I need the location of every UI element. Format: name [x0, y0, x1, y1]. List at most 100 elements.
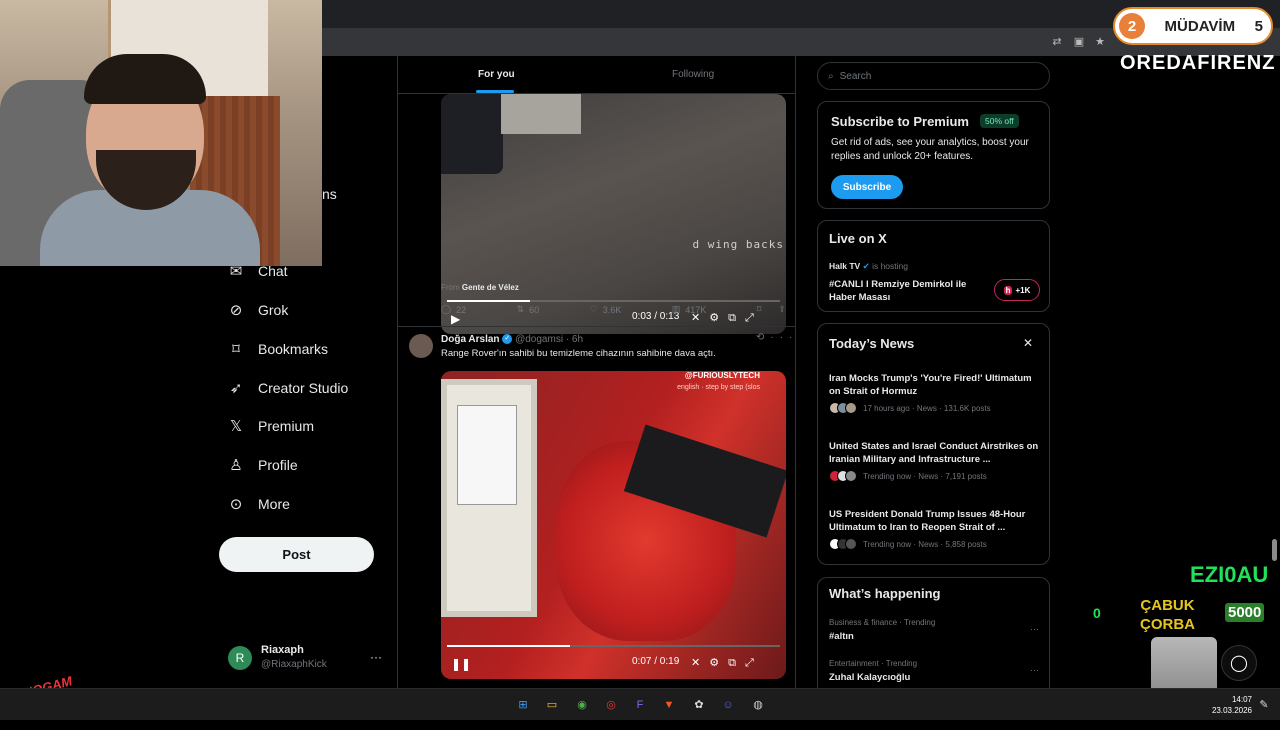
pause-icon[interactable]: ❚❚	[451, 657, 471, 671]
sidebar-item-creator-studio[interactable]: ➶ Creator Studio	[228, 373, 349, 403]
live-host-suffix: is hosting	[872, 261, 908, 271]
reply-count: 22	[456, 304, 467, 315]
mute-icon[interactable]: ✕	[691, 657, 709, 669]
tweet-author-handle[interactable]: @dogamsi	[515, 334, 563, 345]
sidebar-item-chat[interactable]: ✉ Chat	[228, 256, 288, 286]
account-menu-icon[interactable]: ···	[370, 650, 382, 664]
repost-count: 60	[529, 304, 540, 315]
grok-icon[interactable]: ⟲	[756, 332, 770, 343]
live-host: Halk TV ✔ is hosting	[829, 261, 908, 272]
tab-following[interactable]: Following	[672, 69, 714, 80]
x-logo-icon: 𝕏	[229, 418, 243, 435]
video-watermark-sub: english · step by step (slos	[677, 384, 760, 391]
live-on-x-card[interactable]: Live on X Halk TV ✔ is hosting #CANLI I …	[817, 220, 1050, 312]
brave-icon[interactable]: ▼	[661, 697, 677, 713]
like-count: 3.6K	[602, 304, 622, 315]
search-input[interactable]: ⌕ Search	[817, 62, 1050, 90]
video-progress-bar[interactable]	[447, 645, 780, 647]
avatar-stack	[829, 538, 857, 550]
chrome-icon[interactable]: ◉	[574, 697, 590, 713]
sidebar-item-premium[interactable]: 𝕏 Premium	[228, 411, 314, 441]
discord-icon[interactable]: ☺	[720, 697, 736, 713]
video-caption-overlay: d wing backs	[692, 238, 784, 251]
news-item[interactable]: Iran Mocks Trump's 'You're Fired!' Ultim…	[829, 372, 1044, 414]
more-icon[interactable]: ···	[1030, 624, 1039, 634]
windows-taskbar: ⊞ ▭ ◉ ◎ F ▼ ✿ ☺ ◍ 14:07 23.03.2026 ✎	[0, 688, 1280, 720]
bookmark-icon: ⌑	[756, 304, 762, 314]
video-frame-car	[441, 94, 503, 174]
news-meta: 17 hours ago · News · 131.6K posts	[829, 402, 1044, 414]
tweet-video-player[interactable]: @FURIOUSLYTECH english · step by step (s…	[441, 371, 786, 679]
like-button[interactable]: ♡ 3.6K	[590, 304, 622, 315]
file-explorer-icon[interactable]: ▭	[544, 697, 560, 713]
video-progress-bar[interactable]	[447, 300, 780, 302]
tweet-video-player[interactable]: d wing backs ▶ 0:03 / 0:13 ✕⚙⧉⤢	[441, 94, 786, 334]
news-item[interactable]: US President Donald Trump Issues 48-Hour…	[829, 508, 1044, 550]
scrollbar-thumb[interactable]	[1272, 539, 1277, 561]
trend-item[interactable]: Business & finance · Trending #altın ···	[829, 618, 1039, 642]
alert-username: EZI0AU	[1190, 562, 1269, 587]
sidebar-item-grok[interactable]: ⊘ Grok	[228, 295, 289, 325]
windows-start-icon[interactable]: ⊞	[515, 697, 531, 713]
halk-tv-logo: h	[1003, 285, 1013, 295]
video-progress-fill	[447, 645, 571, 647]
sidebar-item-bookmarks[interactable]: ⌑ Bookmarks	[228, 334, 328, 364]
sidebar-item-profile[interactable]: ♙ Profile	[228, 450, 297, 480]
tweet-time[interactable]: · 6h	[566, 334, 583, 345]
person-icon: ♙	[229, 457, 243, 474]
sidebar-item-more[interactable]: ⊙ More	[228, 489, 290, 519]
subscribe-button[interactable]: Subscribe	[831, 175, 903, 199]
screenshot-icon[interactable]: ▣	[1073, 36, 1085, 48]
from-source[interactable]: Gente de Vélez	[462, 283, 519, 292]
more-icon[interactable]: ···	[1030, 665, 1039, 675]
avatar[interactable]	[409, 334, 433, 358]
chat-bubble-icon[interactable]: ◯	[1221, 645, 1257, 681]
tweet-author-name[interactable]: Doğa Arslan	[441, 334, 500, 345]
tab-for-you[interactable]: For you	[478, 69, 515, 80]
premium-description: Get rid of ads, see your analytics, boos…	[831, 137, 1029, 162]
live-listeners-pill[interactable]: h +1K	[994, 279, 1040, 301]
live-host-name[interactable]: Halk TV	[829, 261, 860, 271]
timeline-feed[interactable]: d wing backs ▶ 0:03 / 0:13 ✕⚙⧉⤢ From Gen…	[397, 56, 796, 688]
news-headline: US President Donald Trump Issues 48-Hour…	[829, 509, 1026, 533]
news-title: Today’s News	[829, 336, 915, 351]
news-meta: Trending now · News · 5,858 posts	[829, 538, 1044, 550]
bookmark-star-icon[interactable]: ★	[1094, 36, 1106, 48]
todays-news-card: Today’s News ✕ Iran Mocks Trump's 'You'r…	[817, 323, 1050, 565]
settings-icon[interactable]: ⚙	[709, 657, 728, 669]
chatgpt-icon[interactable]: ✿	[691, 697, 707, 713]
active-tab-indicator	[476, 90, 514, 93]
news-meta-text: Trending now · News · 5,858 posts	[863, 539, 987, 549]
clock-date: 23.03.2026	[1211, 706, 1252, 715]
close-icon[interactable]: ✕	[1023, 336, 1033, 350]
opera-icon[interactable]: ◎	[603, 697, 619, 713]
video-progress-fill	[447, 300, 531, 302]
live-broadcast-title[interactable]: #CANLI I Remziye Demirkol ile Haber Masa…	[829, 278, 979, 304]
tweet-divider	[398, 326, 795, 327]
account-switcher[interactable]: R Riaxaph @RiaxaphKick ···	[228, 644, 388, 680]
trend-item[interactable]: Entertainment · Trending Zuhal Kalaycıoğ…	[829, 659, 1039, 683]
trend-name: #altın	[829, 631, 854, 642]
obs-icon[interactable]: ◍	[750, 697, 766, 713]
more-icon[interactable]: ···	[770, 332, 795, 343]
system-clock[interactable]: 14:07 23.03.2026	[1208, 694, 1252, 716]
reply-button[interactable]: ◯ 22	[441, 304, 466, 315]
post-button[interactable]: Post	[219, 537, 374, 572]
share-icon[interactable]: ⇪	[778, 304, 786, 315]
repost-button[interactable]: ⇅ 60	[517, 304, 540, 315]
views-button[interactable]: ▥ 417K	[672, 304, 707, 315]
news-item[interactable]: United States and Israel Conduct Airstri…	[829, 440, 1044, 482]
account-handle: @RiaxaphKick	[261, 659, 327, 670]
sidebar-item-label: More	[258, 496, 290, 512]
video-control-icons[interactable]: ✕⚙⧉⤢	[691, 656, 763, 670]
sidebar-item-label: Grok	[258, 302, 289, 318]
pip-icon[interactable]: ⧉	[728, 657, 745, 669]
fullscreen-icon[interactable]: ⤢	[745, 657, 763, 669]
door-window	[457, 405, 517, 505]
bookmark-button[interactable]: ⌑ ⇪	[757, 304, 786, 315]
app-icon[interactable]: F	[632, 697, 648, 713]
notification-icon[interactable]: ✎	[1256, 697, 1272, 713]
tweet-menu[interactable]: ⟲···	[756, 332, 795, 343]
translate-icon[interactable]: ⇄	[1051, 36, 1063, 48]
scrolling-username: OREDAFIRENZ	[1120, 52, 1276, 74]
